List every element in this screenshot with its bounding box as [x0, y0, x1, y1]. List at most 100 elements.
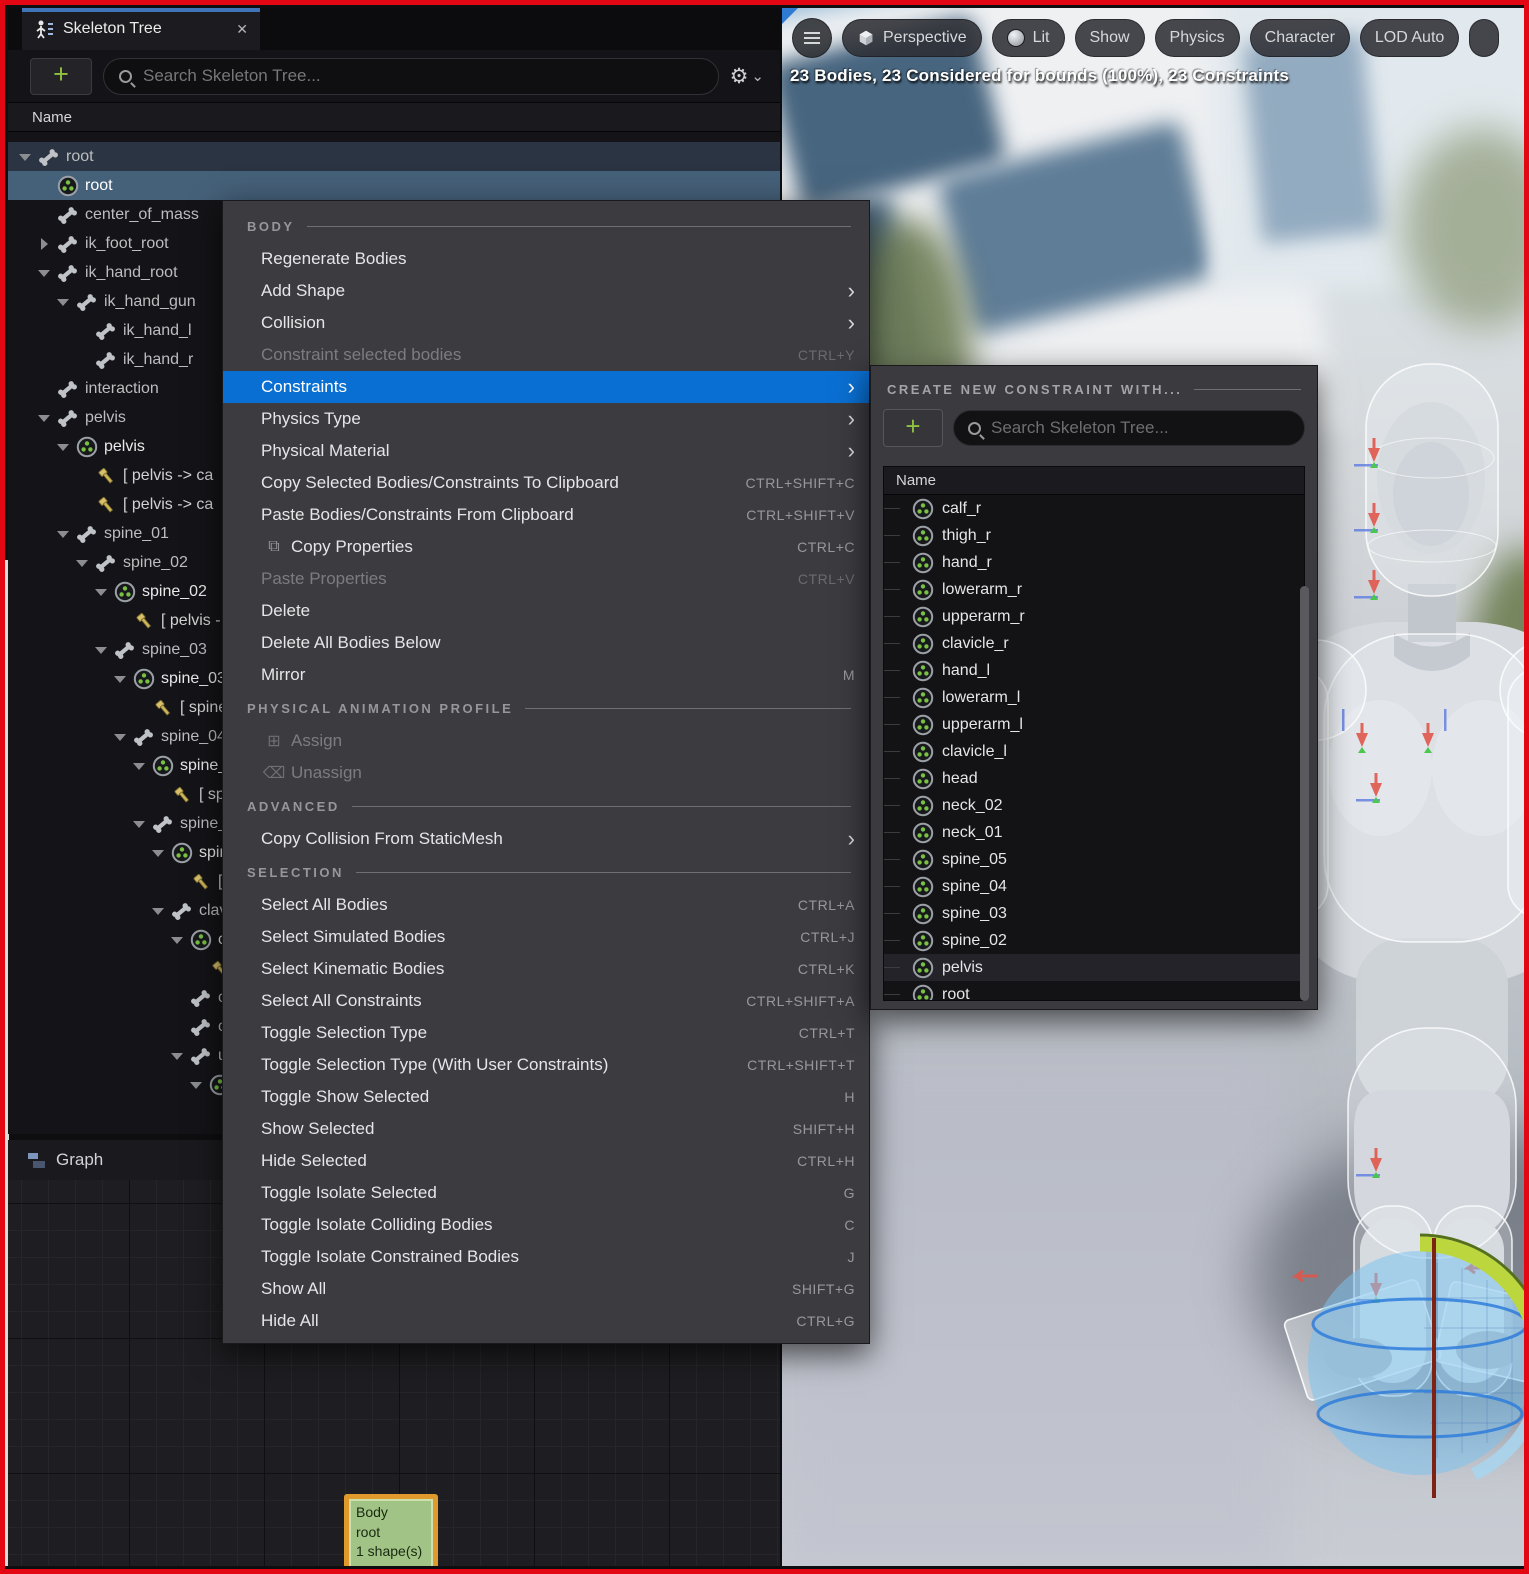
tab-skeleton-tree[interactable]: Skeleton Tree — [22, 8, 260, 50]
expander-icon[interactable] — [37, 411, 50, 424]
menu-item[interactable]: Paste Bodies/Constraints From Clipboard … — [223, 499, 869, 531]
expander-icon[interactable] — [56, 440, 69, 453]
scrollbar-thumb[interactable] — [1300, 586, 1309, 1001]
expander-icon[interactable] — [151, 788, 164, 801]
constraint-target-row[interactable]: head — [884, 765, 1304, 792]
expander-icon[interactable] — [113, 672, 126, 685]
expander-icon[interactable] — [56, 295, 69, 308]
constraint-target-row[interactable]: clavicle_l — [884, 738, 1304, 765]
tree-row[interactable]: root — [8, 171, 780, 200]
show-button[interactable]: Show — [1074, 19, 1145, 57]
expander-icon[interactable] — [75, 469, 88, 482]
character-button[interactable]: Character — [1249, 19, 1350, 57]
constraint-target-row[interactable]: spine_04 — [884, 873, 1304, 900]
constraint-target-row[interactable]: pelvis — [884, 954, 1304, 981]
expander-icon[interactable] — [56, 527, 69, 540]
constraint-target-row[interactable]: upperarm_r — [884, 603, 1304, 630]
constraint-target-row[interactable]: lowerarm_r — [884, 576, 1304, 603]
menu-item[interactable]: Mirror M — [223, 659, 869, 691]
settings-control[interactable] — [730, 64, 764, 89]
expander-icon[interactable] — [37, 208, 50, 221]
expander-icon[interactable] — [170, 933, 183, 946]
menu-item[interactable]: Select All Constraints CTRL+SHIFT+A — [223, 985, 869, 1017]
expander-icon[interactable] — [170, 991, 183, 1004]
menu-item[interactable]: Paste Properties CTRL+V — [223, 563, 869, 595]
search-input[interactable]: Search Skeleton Tree... — [103, 57, 719, 95]
menu-item[interactable]: Toggle Isolate Colliding Bodies C — [223, 1209, 869, 1241]
constraint-target-row[interactable]: calf_r — [884, 495, 1304, 522]
constraint-target-row[interactable]: neck_02 — [884, 792, 1304, 819]
menu-item[interactable]: Toggle Selection Type CTRL+T — [223, 1017, 869, 1049]
constraint-target-row[interactable]: root — [884, 981, 1304, 1000]
expander-icon[interactable] — [37, 179, 50, 192]
expander-icon[interactable] — [37, 382, 50, 395]
close-icon[interactable] — [236, 21, 248, 38]
menu-item[interactable]: Copy Properties CTRL+C — [223, 531, 869, 563]
physics-button[interactable]: Physics — [1154, 19, 1240, 57]
expander-icon[interactable] — [132, 759, 145, 772]
menu-item[interactable]: Delete All Bodies Below — [223, 627, 869, 659]
menu-item[interactable]: Assign — [223, 725, 869, 757]
expander-icon[interactable] — [170, 875, 183, 888]
rotation-gizmo[interactable] — [1308, 1233, 1525, 1498]
expander-icon[interactable] — [94, 643, 107, 656]
expander-icon[interactable] — [18, 150, 31, 163]
expander-icon[interactable] — [75, 498, 88, 511]
expander-icon[interactable] — [113, 730, 126, 743]
constraint-target-row[interactable]: hand_l — [884, 657, 1304, 684]
constraint-target-row[interactable]: spine_03 — [884, 900, 1304, 927]
constraint-target-row[interactable]: upperarm_l — [884, 711, 1304, 738]
menu-item[interactable]: Show All SHIFT+G — [223, 1273, 869, 1305]
expander-icon[interactable] — [94, 585, 107, 598]
expander-icon[interactable] — [75, 324, 88, 337]
constraint-target-row[interactable]: thigh_r — [884, 522, 1304, 549]
expander-icon[interactable] — [151, 904, 164, 917]
viewport-menu-button[interactable] — [792, 18, 832, 58]
menu-item[interactable]: Add Shape — [223, 275, 869, 307]
constraint-target-row[interactable]: lowerarm_l — [884, 684, 1304, 711]
menu-item[interactable]: Toggle Selection Type (With User Constra… — [223, 1049, 869, 1081]
menu-item[interactable]: Delete — [223, 595, 869, 627]
expander-icon[interactable] — [113, 614, 126, 627]
search-input[interactable]: Search Skeleton Tree... — [953, 410, 1305, 446]
expander-icon[interactable] — [37, 237, 50, 250]
menu-item[interactable]: Select Kinematic Bodies CTRL+K — [223, 953, 869, 985]
constraint-target-row[interactable]: hand_r — [884, 549, 1304, 576]
menu-item[interactable]: Unassign — [223, 757, 869, 789]
menu-item[interactable]: Toggle Isolate Selected G — [223, 1177, 869, 1209]
perspective-button[interactable]: Perspective — [842, 19, 982, 57]
menu-item[interactable]: Copy Selected Bodies/Constraints To Clip… — [223, 467, 869, 499]
menu-item[interactable]: Select Simulated Bodies CTRL+J — [223, 921, 869, 953]
constraint-target-row[interactable]: neck_01 — [884, 819, 1304, 846]
expander-icon[interactable] — [132, 817, 145, 830]
expander-icon[interactable] — [170, 1020, 183, 1033]
expander-icon[interactable] — [189, 962, 202, 975]
menu-item[interactable]: Hide Selected CTRL+H — [223, 1145, 869, 1177]
menu-item[interactable]: Select All Bodies CTRL+A — [223, 889, 869, 921]
constraint-target-row[interactable]: spine_02 — [884, 927, 1304, 954]
expander-icon[interactable] — [75, 353, 88, 366]
menu-item[interactable]: Toggle Isolate Constrained Bodies J — [223, 1241, 869, 1273]
menu-item[interactable]: Toggle Show Selected H — [223, 1081, 869, 1113]
toolbar-button-partial[interactable] — [1469, 19, 1500, 57]
menu-item[interactable]: Regenerate Bodies — [223, 243, 869, 275]
menu-item[interactable]: Collision — [223, 307, 869, 339]
expander-icon[interactable] — [208, 1107, 221, 1120]
expander-icon[interactable] — [189, 1078, 202, 1091]
add-button[interactable] — [883, 409, 943, 447]
lod-auto-button[interactable]: LOD Auto — [1359, 19, 1460, 57]
expander-icon[interactable] — [75, 556, 88, 569]
expander-icon[interactable] — [37, 266, 50, 279]
expander-icon[interactable] — [132, 701, 145, 714]
expander-icon[interactable] — [151, 846, 164, 859]
body-graph-node[interactable]: Body root 1 shape(s) — [344, 1494, 438, 1566]
menu-item[interactable]: Copy Collision From StaticMesh — [223, 823, 869, 855]
menu-item[interactable]: Physics Type — [223, 403, 869, 435]
menu-item[interactable]: Constraint selected bodies CTRL+Y — [223, 339, 869, 371]
menu-item[interactable]: Physical Material — [223, 435, 869, 467]
add-button[interactable] — [30, 57, 92, 95]
constraint-target-row[interactable]: spine_05 — [884, 846, 1304, 873]
constraint-target-row[interactable]: clavicle_r — [884, 630, 1304, 657]
menu-item[interactable]: Show Selected SHIFT+H — [223, 1113, 869, 1145]
expander-icon[interactable] — [170, 1049, 183, 1062]
